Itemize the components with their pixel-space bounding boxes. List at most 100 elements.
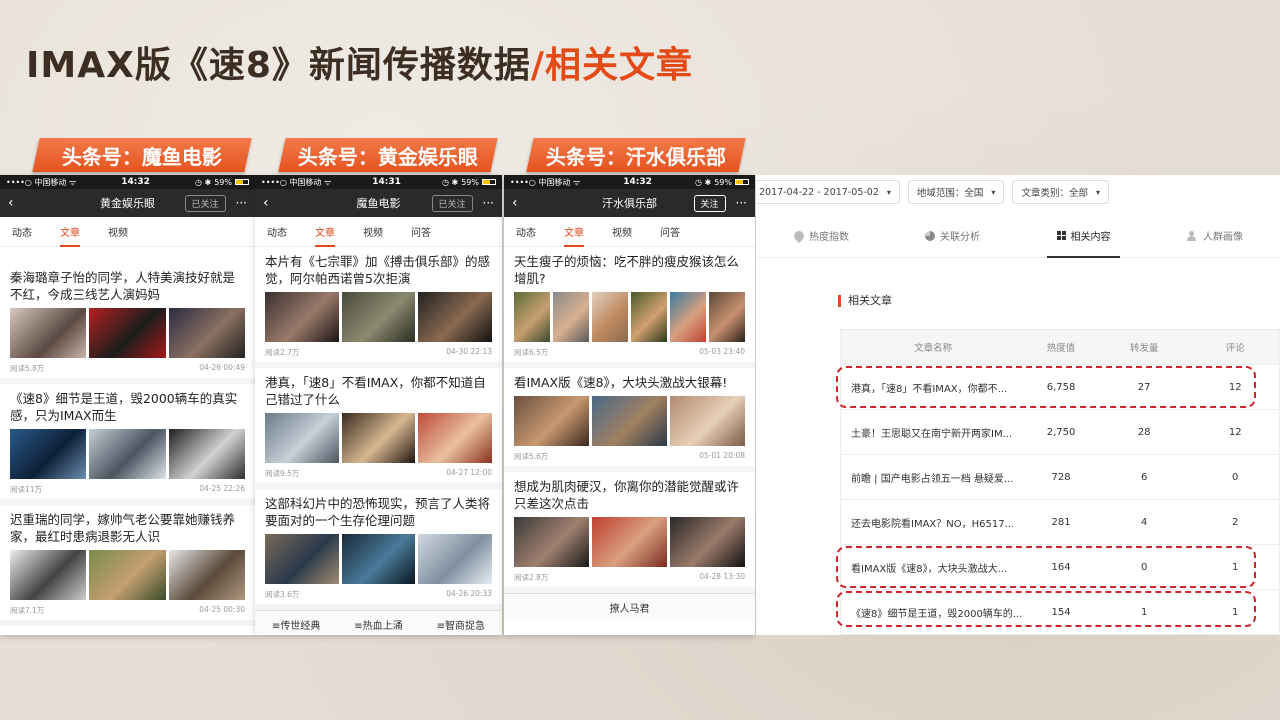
tab-shipin[interactable]: 视频 (108, 224, 128, 239)
read-count: 阅读11万 (10, 485, 43, 494)
phone-hanshui: ••••○ 中国移动 ᯤ 14:32 ◷ ✱ 59% ‹ 汗水俱乐部 关注 ···… (504, 175, 755, 635)
thumbnail-image (592, 517, 667, 567)
table-row[interactable]: 还去电影院看IMAX？NO，H6517... 281 4 2 (840, 500, 1280, 545)
filter-bar: 2017-04-22 - 2017-05-02 ▾ 地域范围：全国 ▾ 文章类别：全… (756, 175, 1274, 209)
read-count: 阅读5.6万 (514, 452, 549, 461)
section-title: 相关文章 (838, 295, 892, 307)
thumbnail-image (670, 292, 706, 342)
flame-icon (791, 228, 807, 243)
thumbnail-image (514, 396, 589, 446)
category-select[interactable]: 文章类别：全部 ▾ (1012, 180, 1109, 204)
tab-dongtai[interactable]: 动态 (12, 224, 32, 239)
back-icon[interactable]: ‹ (263, 195, 283, 211)
table-row[interactable]: 《速8》细节是王道，毁2000辆车的... 154 1 1 (840, 590, 1280, 635)
more-icon[interactable]: ··· (736, 196, 747, 210)
tab-heat-index[interactable]: 热度指数 (756, 214, 887, 257)
list-item[interactable]: 看IMAX版《速8》，大块头激战大银幕! 阅读5.6万 05-01 20:08 (504, 368, 755, 472)
article-headline: 想成为肌肉硬汉，你离你的潜能觉醒或许只差这次点击 (514, 479, 740, 511)
article-headline: 《速8》细节是王道，毁2000辆车的真实感，只为IMAX而生 (10, 391, 238, 423)
slide-title-accent: /相关文章 (530, 45, 694, 86)
tag-huangjin: 头条号：黄金娱乐眼 (278, 138, 498, 172)
thumbnail-image (168, 550, 245, 600)
nav-bar: ‹ 魔鱼电影 已关注 ··· (255, 189, 502, 217)
tab-wenda[interactable]: 问答 (660, 224, 680, 239)
tab-dongtai[interactable]: 动态 (267, 224, 287, 239)
thumbnail-image (10, 550, 87, 600)
thumbnail-image (631, 292, 667, 342)
thumbnail-image (168, 429, 245, 479)
thumbnail-image (265, 292, 339, 342)
table-header: 文章名称 热度值 转发量 评论 (840, 329, 1280, 365)
tab-wenzhang[interactable]: 文章 (60, 224, 80, 247)
table-row[interactable]: 港真，「速8」不看IMAX，你都不... 6,758 27 12 (840, 365, 1280, 410)
bottom-nav-item[interactable]: ≡传世经典 (272, 617, 320, 632)
slide-title: IMAX版《速8》新闻传播数据/相关文章 (26, 36, 693, 88)
tab-shipin[interactable]: 视频 (363, 224, 383, 239)
phone-huangjin: ••••○ 中国移动 ᯤ 14:32 ◷ ✱ 59% ‹ 黄金娱乐眼 已关注 ··… (0, 175, 255, 635)
list-item[interactable]: 本片有《七宗罪》加《搏击俱乐部》的感觉，阿尔帕西诺曾5次拒演 阅读2.7万 04-… (255, 247, 502, 368)
tab-bar: 动态 文章 视频 问答 (255, 217, 502, 247)
phone-moyu: ••••○ 中国移动 ᯤ 14:31 ◷ ✱ 59% ‹ 魔鱼电影 已关注 ···… (255, 175, 502, 635)
thumbnail-image (418, 292, 493, 342)
follow-button[interactable]: 已关注 (184, 194, 226, 212)
bottom-nav-item[interactable]: 撩人马君 (610, 600, 650, 615)
bottom-nav-item[interactable]: ≡智商捉急 (437, 617, 485, 632)
article-headline: 港真，「速8」不看IMAX，你都不知道自己错过了什么 (265, 375, 486, 407)
more-icon[interactable]: ··· (236, 196, 247, 210)
tag-moyu: 头条号：魔鱼电影 (32, 138, 252, 172)
bottom-nav-item[interactable]: ≡热血上涌 (354, 617, 402, 632)
thumbnail-image (265, 534, 339, 584)
tab-wenzhang[interactable]: 文章 (315, 224, 335, 247)
table-row[interactable]: 前瞻 | 国产电影占领五一档 悬疑爱... 728 6 0 (840, 455, 1280, 500)
article-date: 04-25 00:30 (199, 605, 245, 614)
thumbnail-image (10, 308, 87, 358)
thumbnail-image (418, 413, 493, 463)
battery-icon (481, 179, 496, 185)
list-item[interactable]: 天生瘦子的烦恼：吃不胖的瘦皮猴该怎么增肌? 阅读6.5万 05-03 23:40 (504, 247, 755, 368)
battery-icon (734, 179, 749, 185)
tab-wenzhang[interactable]: 文章 (564, 224, 584, 247)
article-date: 04-30 22:13 (446, 347, 492, 356)
related-articles-table: 文章名称 热度值 转发量 评论 港真，「速8」不看IMAX，你都不... 6,75… (840, 329, 1280, 635)
subtab-bar: 热度指数 关联分析 相关内容 人群画像 (756, 214, 1280, 258)
tab-audience[interactable]: 人群画像 (1149, 214, 1280, 257)
read-count: 阅读2.8万 (514, 573, 549, 582)
date-range-select[interactable]: 2017-04-22 - 2017-05-02 ▾ (756, 180, 900, 204)
thumbnail-image (168, 308, 245, 358)
read-count: 阅读3.6万 (265, 590, 300, 599)
thumbnail-image (670, 517, 745, 567)
tab-wenda[interactable]: 问答 (411, 224, 431, 239)
back-icon[interactable]: ‹ (8, 195, 28, 211)
more-icon[interactable]: ··· (483, 196, 494, 210)
tab-shipin[interactable]: 视频 (612, 224, 632, 239)
table-row[interactable]: 土豪！王思聪又在南宁新开两家IM... 2,750 28 12 (840, 410, 1280, 455)
follow-button[interactable]: 关注 (693, 194, 726, 212)
status-bar: ••••○ 中国移动 ᯤ 14:31 ◷ ✱ 59% (255, 175, 502, 189)
tab-related-content[interactable]: 相关内容 (1018, 214, 1149, 258)
tab-bar: 动态 文章 视频 问答 (504, 217, 755, 247)
list-item[interactable]: 秦海璐章子怡的同学，人特美演技好就是不红，今成三线艺人演妈妈 阅读5.8万 04-… (0, 263, 255, 384)
status-bar: ••••○ 中国移动 ᯤ 14:32 ◷ ✱ 59% (504, 175, 755, 189)
list-item[interactable]: 这部科幻片中的恐怖现实，预言了人类将要面对的一个生存伦理问题 阅读3.6万 04-… (255, 489, 502, 610)
region-select[interactable]: 地域范围：全国 ▾ (907, 180, 1005, 204)
tab-correlation[interactable]: 关联分析 (887, 214, 1018, 257)
article-headline: 秦海璐章子怡的同学，人特美演技好就是不红，今成三线艺人演妈妈 (10, 270, 236, 302)
tab-dongtai[interactable]: 动态 (516, 224, 536, 239)
article-headline: 这部科幻片中的恐怖现实，预言了人类将要面对的一个生存伦理问题 (265, 496, 491, 528)
article-date: 04-27 12:00 (446, 468, 492, 477)
list-item[interactable]: 迟重瑞的同学，嫁帅气老公要靠她赚钱养家，最红时患病退影无人识 阅读7.1万 04-… (0, 505, 255, 626)
follow-button[interactable]: 已关注 (431, 194, 473, 212)
read-count: 阅读5.8万 (10, 364, 45, 373)
thumbnail-image (592, 396, 667, 446)
back-icon[interactable]: ‹ (512, 195, 532, 211)
chevron-down-icon: ▾ (1095, 187, 1100, 197)
thumbnail-image (89, 550, 166, 600)
article-headline: 看IMAX版《速8》，大块头激战大银幕! (514, 375, 728, 390)
list-item[interactable]: 《速8》细节是王道，毁2000辆车的真实感，只为IMAX而生 阅读11万 04-2… (0, 384, 255, 505)
table-row[interactable]: 看IMAX版《速8》，大块头激战大... 164 0 1 (840, 545, 1280, 590)
list-item[interactable]: 想成为肌肉硬汉，你离你的潜能觉醒或许只差这次点击 阅读2.8万 04-28 13:… (504, 472, 755, 593)
thumbnail-image (514, 292, 550, 342)
thumbnail-image (553, 292, 589, 342)
list-item[interactable]: 港真，「速8」不看IMAX，你都不知道自己错过了什么 阅读9.5万 04-27 1… (255, 368, 502, 489)
thumbnail-image (592, 292, 628, 342)
